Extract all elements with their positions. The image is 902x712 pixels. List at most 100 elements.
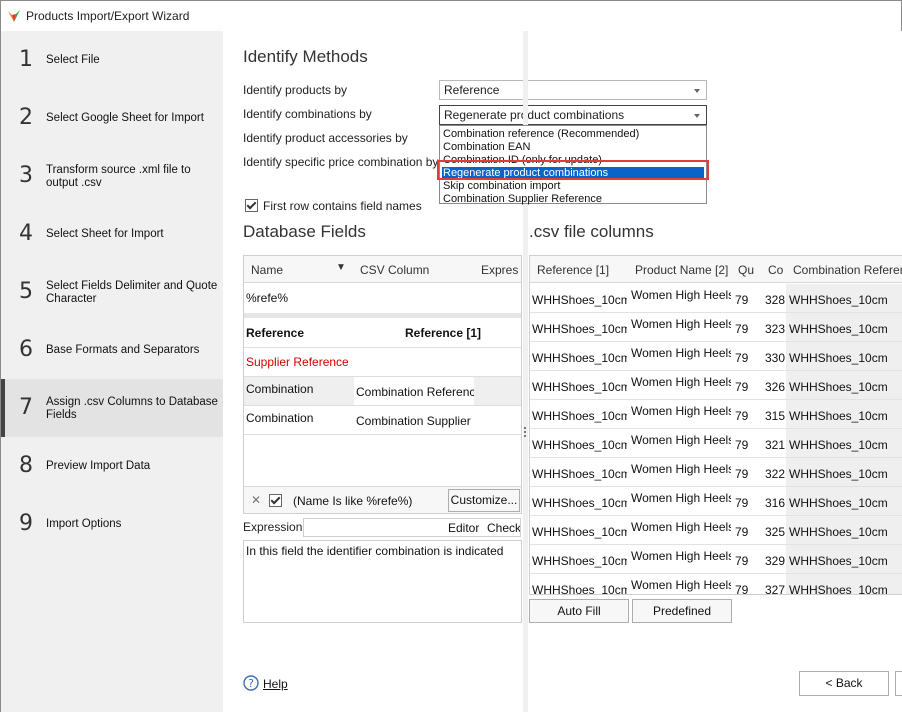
identify-combinations-select[interactable]: Regenerate product combinations	[439, 105, 707, 125]
auto-fill-button[interactable]: Auto Fill	[529, 599, 629, 623]
column-header-csv[interactable]: CSV Column	[360, 263, 429, 277]
check-link[interactable]: Check	[487, 521, 520, 535]
step-delimiter[interactable]: 5 Select Fields Delimiter and Quote Char…	[1, 263, 223, 321]
filter-text[interactable]: (Name Is like %refe%)	[293, 494, 412, 508]
splitter-grip	[524, 431, 526, 433]
chevron-down-icon	[694, 114, 700, 118]
step-number: 1	[19, 47, 33, 72]
step-select-sheet[interactable]: 4 Select Sheet for Import	[1, 205, 223, 263]
help-label: Help	[263, 677, 288, 691]
csv-cell: WHHShoes_10cm	[532, 438, 627, 452]
csv-column-header[interactable]: Combination Referen	[793, 263, 902, 277]
help-icon: ?	[243, 675, 259, 691]
csv-table-row[interactable]: WHHShoes_10cm Women High Heels 79 330 WHHSho…	[530, 342, 902, 371]
table-row[interactable]: Reference Reference [1]	[244, 318, 521, 347]
dropdown-option[interactable]: Combination Supplier Reference	[442, 193, 704, 206]
step-number: 5	[19, 279, 33, 304]
csv-cell: Women High Heels	[631, 491, 731, 505]
csv-cell: WHHShoes_10cm	[789, 293, 888, 307]
step-label: Transform source .xml file to output .cs…	[46, 164, 191, 189]
csv-cell: WHHShoes_10cm	[532, 554, 627, 568]
step-preview[interactable]: 8 Preview Import Data	[1, 437, 223, 495]
dropdown-option[interactable]: Combination EAN	[442, 141, 704, 154]
csv-table-row[interactable]: WHHShoes_10cm Women High Heels 79 329 WHHSho…	[530, 545, 902, 574]
csv-cell: Women High Heels	[631, 578, 731, 592]
csv-column-header[interactable]: Co	[768, 263, 783, 277]
step-assign-columns[interactable]: 7 Assign .csv Columns to Database Fields	[1, 379, 223, 437]
step-number: 6	[19, 337, 33, 362]
field-name: Supplier Reference	[246, 355, 349, 369]
help-link[interactable]: ? Help	[243, 673, 303, 693]
step-number: 9	[19, 511, 33, 536]
step-label: Base Formats and Separators	[46, 344, 200, 356]
identify-methods-heading: Identify Methods	[243, 47, 368, 66]
csv-table-row[interactable]: WHHShoes_10cm Women High Heels 79 327 WHHSho…	[530, 574, 902, 594]
csv-cell: WHHShoes_10cm	[532, 525, 627, 539]
table-row[interactable]: Supplier Reference	[244, 348, 521, 376]
next-button[interactable]	[895, 671, 902, 696]
csv-cell: WHHShoes_10cm	[532, 351, 627, 365]
selection-highlight-box	[437, 160, 709, 180]
wizard-window: Products Import/Export Wizard 1 Select F…	[0, 0, 902, 712]
csv-table-row[interactable]: WHHShoes_10cm Women High Heels 79 315 WHHSho…	[530, 400, 902, 429]
csv-columns-heading: .csv file columns	[529, 222, 654, 241]
field-csv-column: Combination Referenc	[356, 385, 474, 399]
back-button[interactable]: < Back	[799, 671, 889, 696]
divider	[244, 434, 521, 435]
filter-enabled-checkbox[interactable]	[269, 494, 282, 507]
expression-input[interactable]: Editor Check	[303, 518, 521, 537]
csv-cell: WHHShoes_10cm	[789, 438, 888, 452]
csv-cell: WHHShoes_10cm	[789, 380, 888, 394]
csv-table-row[interactable]: WHHShoes_10cm Women High Heels 79 325 WHHSho…	[530, 516, 902, 545]
predefined-button[interactable]: Predefined	[632, 599, 732, 623]
csv-preview-grid: Reference [1] Product Name [2] Qu Co Com…	[529, 255, 902, 595]
wizard-steps-sidebar: 1 Select File 2 Select Google Sheet for …	[1, 31, 223, 712]
csv-column-header[interactable]: Reference [1]	[537, 263, 609, 277]
table-row[interactable]: Combination Combination Referenc	[244, 377, 521, 405]
identify-specific-price-label: Identify specific price combination by	[243, 155, 439, 169]
table-row[interactable]: Combination Combination Supplier	[244, 406, 521, 434]
csv-cell: WHHShoes_10cm	[532, 409, 627, 423]
csv-table-row[interactable]: WHHShoes_10cm Women High Heels 79 323 WHHSho…	[530, 313, 902, 342]
csv-cell: Women High Heels	[631, 317, 731, 331]
filter-row[interactable]: %refe%	[244, 284, 521, 312]
csv-table-row[interactable]: WHHShoes_10cm Women High Heels 79 316 WHHSho…	[530, 487, 902, 516]
csv-cell: Women High Heels	[631, 520, 731, 534]
step-number: 3	[19, 163, 33, 188]
csv-cell: WHHShoes_10cm	[789, 467, 888, 481]
clear-filter-icon[interactable]: ✕	[251, 493, 261, 507]
editor-link[interactable]: Editor	[448, 521, 479, 535]
customize-button[interactable]: Customize...	[448, 489, 520, 512]
title-bar: Products Import/Export Wizard	[1, 1, 901, 31]
step-transform-xml[interactable]: 3 Transform source .xml file to output .…	[1, 147, 223, 205]
step-number: 4	[19, 221, 33, 246]
step-select-file[interactable]: 1 Select File	[1, 31, 223, 89]
column-header-expression[interactable]: Expres	[481, 263, 518, 277]
csv-cell: WHHShoes_10cm	[789, 322, 888, 336]
filter-icon[interactable]: ▼	[336, 262, 346, 273]
csv-table-row[interactable]: WHHShoes_10cm Women High Heels 79 321 WHHSho…	[530, 429, 902, 458]
step-base-formats[interactable]: 6 Base Formats and Separators	[1, 321, 223, 379]
step-label: Import Options	[46, 518, 122, 530]
csv-table-row[interactable]: WHHShoes_10cm Women High Heels 79 326 WHHSho…	[530, 371, 902, 400]
csv-column-header[interactable]: Product Name [2]	[635, 263, 728, 277]
csv-table-row[interactable]: WHHShoes_10cm Women High Heels 79 328 WHHSho…	[530, 284, 902, 313]
dropdown-option[interactable]: Skip combination import	[442, 180, 704, 193]
csv-cell: WHHShoes_10cm	[789, 525, 888, 539]
chevron-down-icon	[694, 89, 700, 93]
field-name: Reference	[246, 326, 305, 340]
step-number: 8	[19, 453, 33, 478]
step-select-google-sheet[interactable]: 2 Select Google Sheet for Import	[1, 89, 223, 147]
step-import-options[interactable]: 9 Import Options	[1, 495, 223, 553]
first-row-checkbox[interactable]	[245, 199, 258, 212]
csv-column-cell[interactable]: Combination Referenc	[354, 377, 474, 405]
csv-table-row[interactable]: WHHShoes_10cm Women High Heels 79 322 WHHSho…	[530, 458, 902, 487]
csv-column-header[interactable]: Qu	[738, 263, 754, 277]
identify-products-select[interactable]: Reference	[439, 80, 707, 100]
description-box: In this field the identifier combination…	[243, 540, 522, 623]
dropdown-option[interactable]: Combination reference (Recommended)	[442, 128, 704, 141]
column-header-name[interactable]: Name	[251, 263, 283, 277]
expression-label: Expression	[243, 520, 303, 534]
step-label: Preview Import Data	[46, 460, 151, 472]
field-name: Combination	[246, 411, 314, 425]
